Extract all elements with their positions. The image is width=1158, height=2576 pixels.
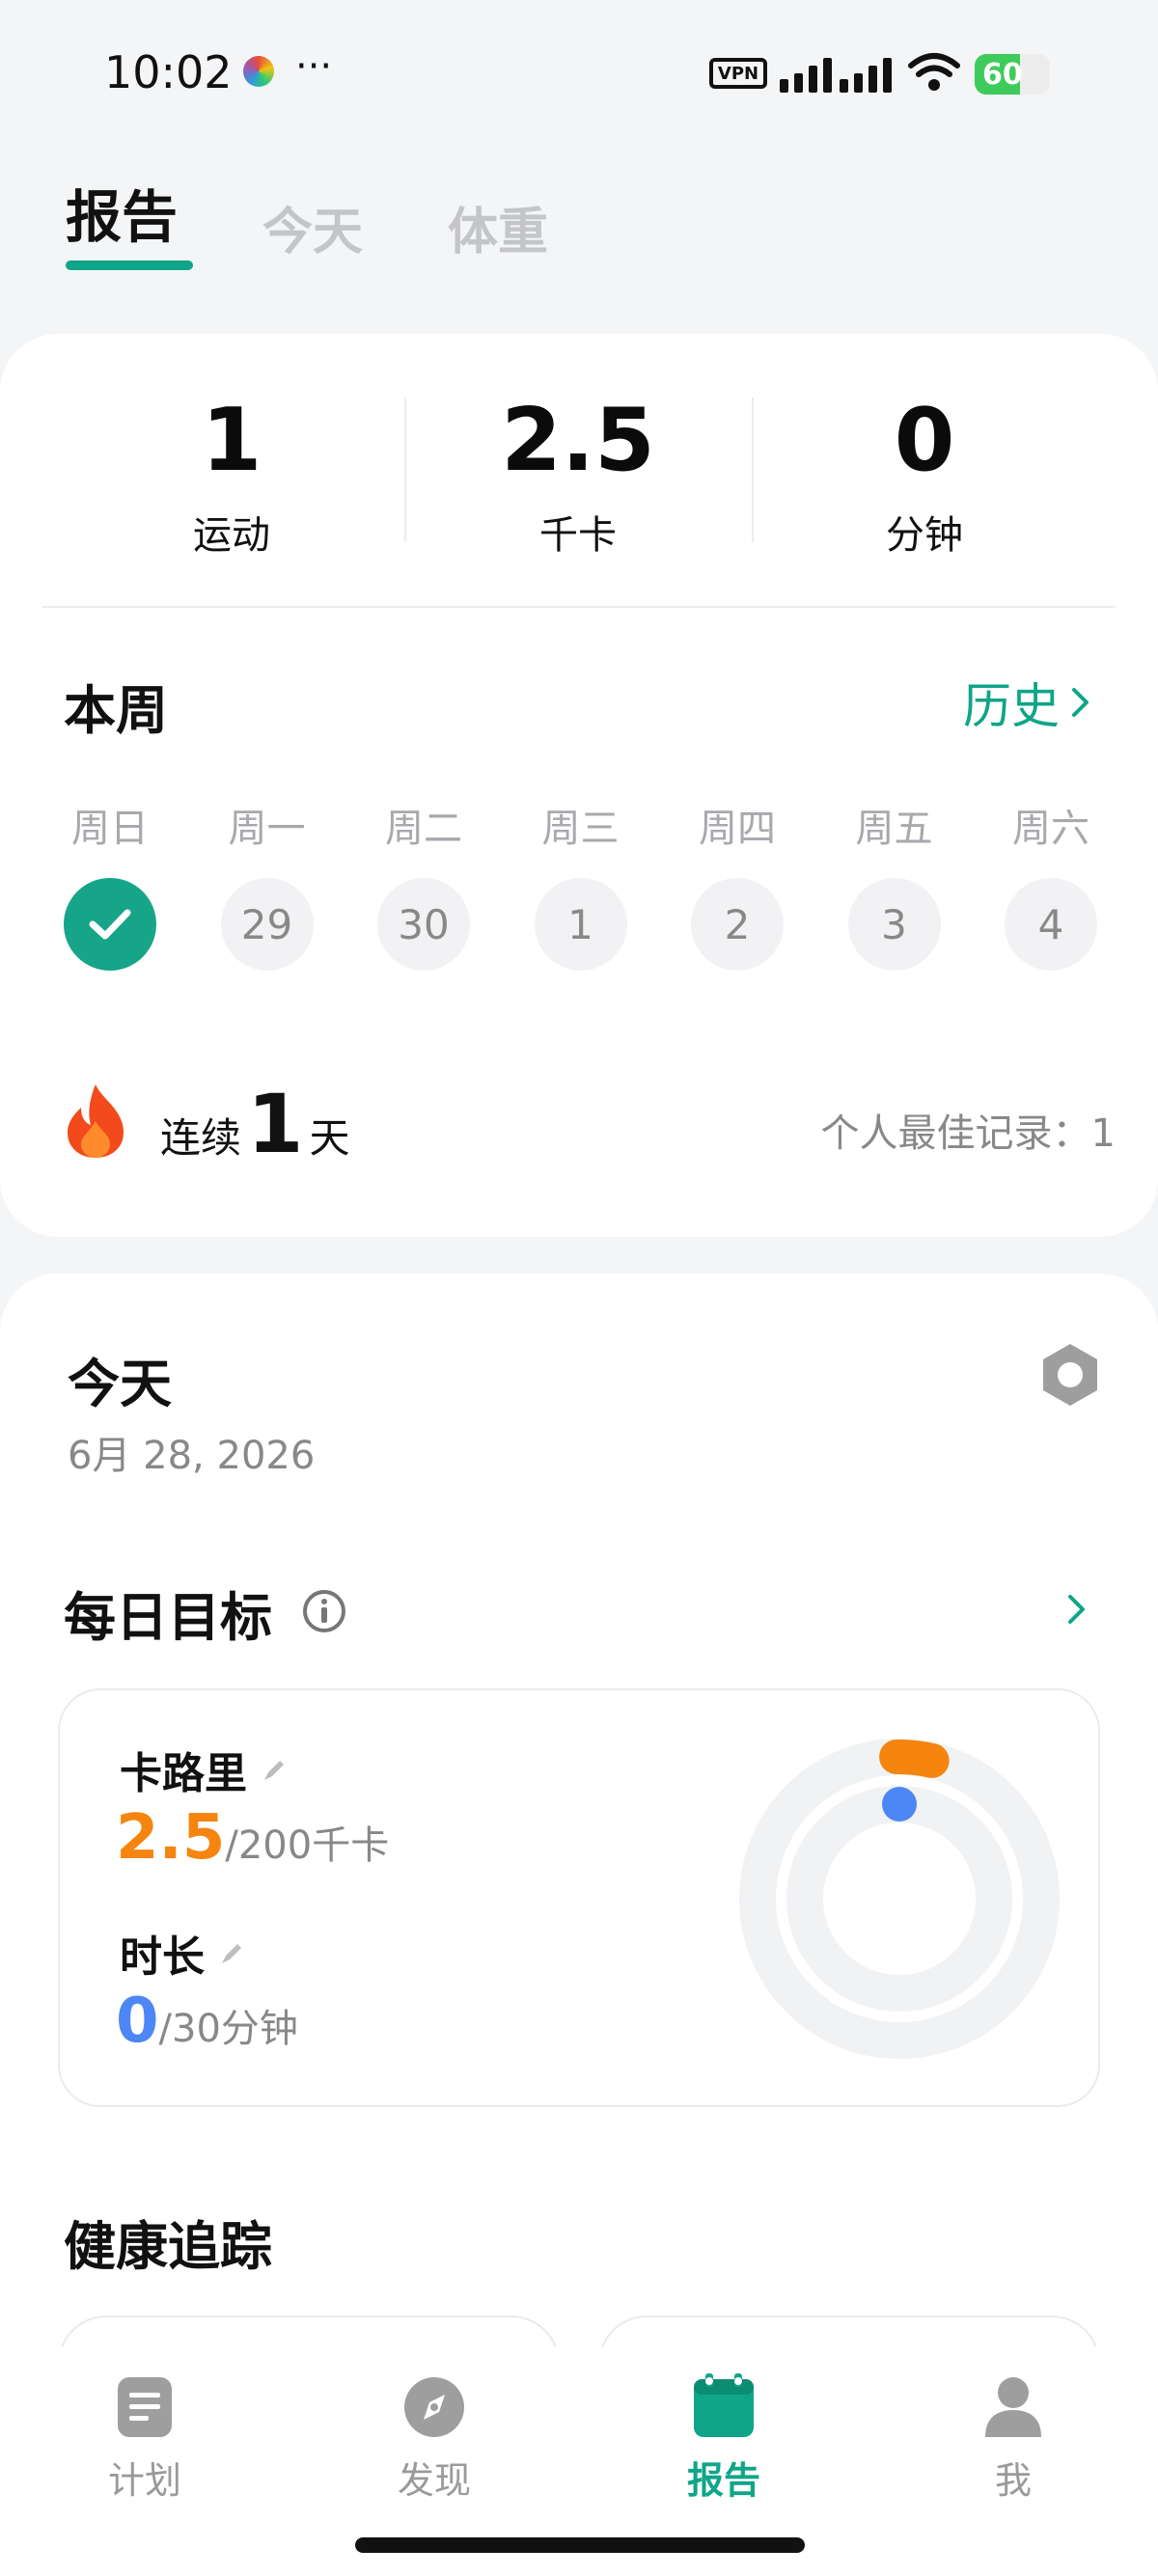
notification-icon	[243, 56, 274, 87]
day-circle[interactable]: 2	[691, 878, 784, 971]
goal-progress-rings	[739, 1739, 1060, 2059]
more-notifications-icon: ···	[295, 44, 333, 89]
nav-discover[interactable]: 发现	[338, 2375, 531, 2504]
divider	[404, 397, 406, 542]
history-link[interactable]: 历史	[963, 668, 1092, 737]
workouts-count: 1	[201, 390, 262, 491]
streak-prefix: 连续	[160, 1114, 242, 1162]
duration-ring-progress	[882, 1787, 917, 1822]
duration-goal-label: 时长	[120, 1932, 205, 1982]
plan-icon	[118, 2377, 172, 2437]
tab-weight[interactable]: 体重	[448, 191, 548, 263]
day-completed[interactable]	[64, 878, 156, 971]
calories-target: /200千卡	[225, 1823, 390, 1868]
day-label: 周三	[541, 807, 620, 851]
calories-ring-progress	[879, 1740, 950, 1778]
daily-goal-chevron-icon[interactable]	[1065, 1592, 1089, 1627]
tab-active-indicator	[66, 260, 193, 270]
tab-today[interactable]: 今天	[262, 191, 363, 263]
week-title: 本周	[64, 680, 168, 741]
edit-pencil-icon[interactable]	[261, 1755, 290, 1784]
minutes-label: 分钟	[886, 513, 963, 558]
today-title: 今天	[68, 1354, 172, 1414]
nav-me[interactable]: 我	[917, 2375, 1110, 2504]
check-icon	[89, 909, 131, 940]
minutes-count: 0	[894, 390, 955, 491]
day-label: 周一	[228, 807, 306, 851]
day-circle[interactable]: 4	[1005, 878, 1097, 971]
daily-goal-title: 每日目标	[64, 1587, 272, 1648]
calories-value: 2.5	[116, 1802, 226, 1874]
nav-report-label: 报告	[686, 2459, 760, 2502]
calories-count: 2.5	[501, 390, 655, 491]
streak-display: 连续 1 天	[160, 1077, 349, 1171]
duration-goal-header: 时长	[120, 1922, 247, 1984]
day-label: 周五	[855, 807, 933, 851]
calories-goal-value: 2.5 /200千卡	[116, 1802, 389, 1874]
day-circle[interactable]: 30	[377, 878, 470, 971]
workouts-label: 运动	[193, 513, 270, 558]
chevron-right-icon	[1072, 688, 1089, 717]
status-time: 10:02	[104, 46, 233, 98]
history-label: 历史	[963, 678, 1060, 734]
settings-icon[interactable]	[1036, 1341, 1104, 1409]
nav-plan[interactable]: 计划	[48, 2375, 241, 2504]
calories-goal-header: 卡路里	[120, 1739, 290, 1800]
nav-me-label: 我	[994, 2459, 1032, 2502]
nav-report[interactable]: 报告	[627, 2371, 820, 2504]
tab-report[interactable]: 报告	[66, 172, 178, 253]
wifi-icon	[908, 53, 960, 91]
day-circle[interactable]: 29	[220, 878, 314, 971]
day-circle[interactable]: 1	[534, 878, 627, 971]
home-indicator[interactable]	[355, 2537, 805, 2553]
person-icon	[985, 2377, 1041, 2437]
duration-goal-value: 0 /30分钟	[116, 1986, 298, 2057]
day-label: 周日	[71, 807, 149, 851]
calories-goal-label: 卡路里	[120, 1749, 247, 1798]
streak-count: 1	[247, 1077, 304, 1171]
nav-plan-label: 计划	[107, 2459, 181, 2502]
duration-value: 0	[116, 1986, 159, 2057]
flame-icon	[68, 1084, 124, 1158]
best-record: 个人最佳记录：1	[820, 1111, 1116, 1156]
calendar-icon	[694, 2373, 754, 2437]
duration-ring-track	[786, 1786, 1012, 2012]
today-card: 今天 6月 28, 2026 每日目标 卡路里 2.5 /200千卡 时长 0 …	[0, 1274, 1158, 2441]
day-label: 周六	[1012, 807, 1089, 851]
battery-indicator: 60	[975, 54, 1050, 95]
info-icon[interactable]	[301, 1588, 347, 1634]
weekly-summary-card: 1 运动 2.5 千卡 0 分钟 本周 历史 周日 周一 29 周二 30 周三 1 周四 2 周…	[0, 334, 1158, 1237]
health-tracking-title: 健康追踪	[64, 2216, 272, 2277]
divider	[42, 606, 1116, 608]
day-label: 周四	[699, 807, 776, 851]
daily-goal-card[interactable]: 卡路里 2.5 /200千卡 时长 0 /30分钟	[58, 1688, 1100, 2107]
duration-target: /30分钟	[158, 2007, 298, 2051]
signal-icon	[780, 58, 892, 93]
vpn-icon: VPN	[709, 58, 767, 89]
streak-suffix: 天	[309, 1114, 350, 1162]
today-date: 6月 28, 2026	[68, 1434, 316, 1478]
calories-label: 千卡	[539, 513, 617, 558]
edit-pencil-icon[interactable]	[218, 1938, 247, 1967]
nav-discover-label: 发现	[397, 2459, 471, 2502]
day-circle[interactable]: 3	[847, 878, 941, 971]
compass-icon	[404, 2377, 464, 2437]
day-label: 周二	[385, 807, 462, 851]
divider	[752, 397, 754, 542]
